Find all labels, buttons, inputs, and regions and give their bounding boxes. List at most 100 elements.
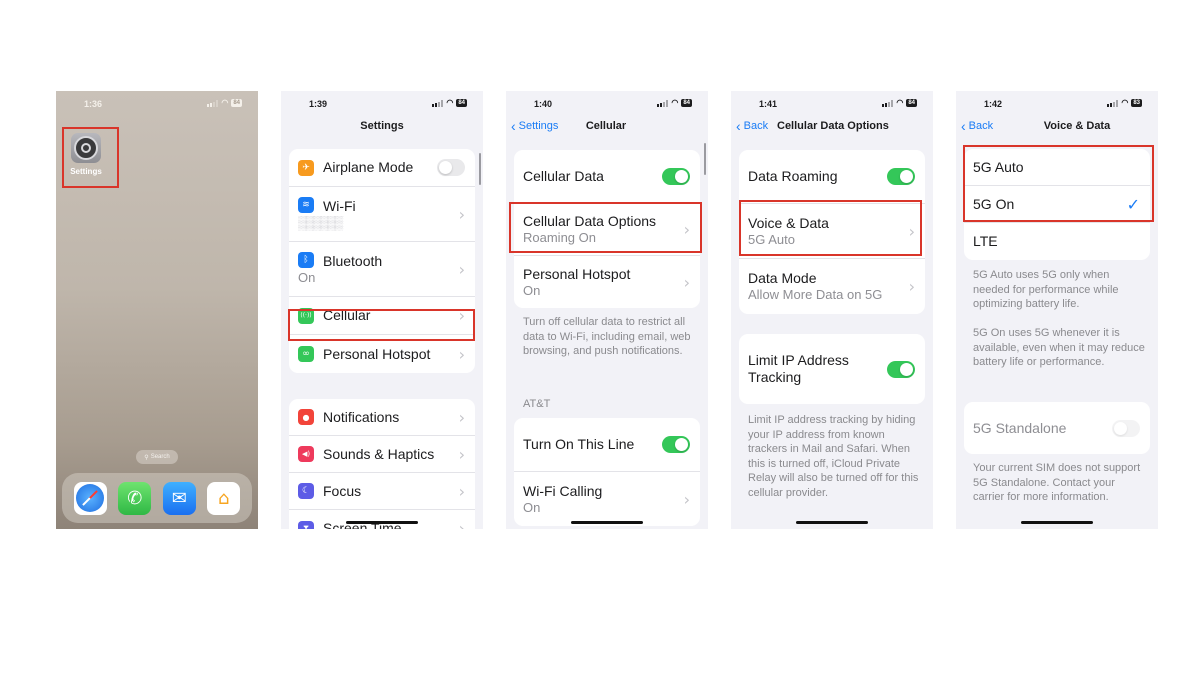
status-bar: 1:36 ◠ 84 — [56, 97, 258, 111]
limit-ip-footnote: Limit IP address tracking by hiding your… — [748, 414, 919, 499]
row-label: Limit IP Address Tracking — [748, 352, 849, 385]
row-data-roaming[interactable]: Data Roaming — [739, 150, 925, 204]
data-options-group-main: Data Roaming Voice & Data 5G Auto › Data… — [739, 150, 925, 314]
row-label: 5G Standalone — [973, 419, 1067, 436]
focus-icon: ☾ — [298, 483, 314, 499]
turn-on-line-toggle[interactable] — [662, 436, 690, 453]
option-label: 5G On — [973, 195, 1015, 212]
scrollbar[interactable] — [704, 143, 706, 175]
chevron-right-icon: › — [458, 344, 465, 364]
home-indicator[interactable] — [796, 521, 868, 524]
status-bar: 1:41 ◠ 84 — [731, 97, 933, 111]
row-label: Wi-Fi — [323, 197, 356, 214]
screen-time-icon: ⧗ — [298, 520, 314, 529]
sounds-icon: ◀) — [298, 446, 314, 462]
limit-ip-tracking-toggle[interactable] — [887, 360, 915, 378]
cellular-icon: ((·)) — [298, 307, 314, 324]
settings-row-sounds-haptics[interactable]: ◀) Sounds & Haptics › — [289, 436, 475, 473]
home-indicator[interactable] — [346, 521, 418, 524]
chevron-left-icon: ‹ — [736, 117, 741, 134]
scrollbar[interactable] — [479, 153, 481, 185]
status-time: 1:36 — [84, 99, 103, 109]
status-bar: 1:40 ◠ 84 — [506, 97, 708, 111]
5g-standalone-toggle[interactable] — [1112, 419, 1140, 437]
wifi-status-icon: ◠ — [671, 98, 679, 107]
chevron-right-icon: › — [458, 407, 465, 427]
page-title: Cellular Data Options — [777, 120, 889, 132]
settings-row-airplane-mode[interactable]: ✈ Airplane Mode — [289, 149, 475, 187]
battery-icon: 84 — [681, 99, 692, 107]
row-data-mode[interactable]: Data Mode Allow More Data on 5G › — [739, 259, 925, 314]
back-button[interactable]: ‹ Back — [736, 117, 768, 134]
settings-row-screen-time[interactable]: ⧗ Screen Time › — [289, 510, 475, 529]
row-turn-on-this-line[interactable]: Turn On This Line — [514, 418, 700, 472]
mail-icon[interactable]: ✉ — [162, 481, 196, 515]
safari-icon[interactable] — [73, 481, 107, 515]
settings-row-focus[interactable]: ☾ Focus › — [289, 473, 475, 510]
row-sublabel: Allow More Data on 5G — [748, 287, 883, 302]
page-title: Settings — [360, 120, 404, 132]
data-roaming-toggle[interactable] — [887, 168, 915, 185]
option-5g-on[interactable]: 5G On ✓ — [964, 186, 1150, 223]
network-mode-options: 5G Auto 5G On ✓ LTE — [964, 149, 1150, 260]
row-cellular-data-options[interactable]: Cellular Data Options Roaming On › — [514, 204, 700, 256]
battery-icon: 84 — [231, 99, 242, 107]
status-bar: 1:39 ◠ 84 — [281, 97, 483, 111]
search-label: Search — [150, 454, 170, 460]
battery-icon: 84 — [906, 99, 917, 107]
spotlight-search-button[interactable]: ⚲ Search — [136, 450, 178, 464]
wifi-status-icon: ◠ — [896, 98, 904, 107]
settings-row-notifications[interactable]: ● Notifications › — [289, 399, 475, 436]
chevron-right-icon: › — [683, 489, 690, 509]
airplane-mode-toggle[interactable] — [437, 159, 465, 176]
row-wifi-calling[interactable]: Wi-Fi Calling On › — [514, 472, 700, 526]
row-voice-and-data[interactable]: Voice & Data 5G Auto › — [739, 204, 925, 259]
notifications-icon: ● — [298, 409, 314, 425]
page-title: Cellular — [585, 120, 627, 132]
phone-icon[interactable]: ✆ — [118, 481, 152, 515]
signal-icon — [207, 99, 219, 107]
row-label: Notifications — [323, 408, 400, 425]
dock: ✆ ✉ ⌂ — [62, 473, 252, 523]
chevron-right-icon: › — [683, 220, 690, 239]
row-cellular-data[interactable]: Cellular Data — [514, 150, 700, 204]
battery-icon: 83 — [1131, 99, 1142, 107]
back-button[interactable]: ‹ Back — [961, 119, 993, 133]
status-time: 1:42 — [984, 99, 1003, 109]
chevron-right-icon: › — [458, 519, 465, 529]
row-sublabel: On — [523, 499, 541, 515]
airplane-icon: ✈ — [298, 159, 314, 176]
home-indicator[interactable] — [1021, 521, 1093, 524]
search-icon: ⚲ — [144, 454, 149, 461]
row-5g-standalone: 5G Standalone — [964, 402, 1150, 454]
signal-icon — [1107, 99, 1119, 107]
cellular-data-toggle[interactable] — [662, 168, 690, 185]
row-label: Data Roaming — [748, 168, 838, 184]
cellular-group-main: Cellular Data Cellular Data Options Roam… — [514, 150, 700, 308]
settings-row-cellular[interactable]: ((·)) Cellular › — [289, 297, 475, 335]
cellular-data-footnote: Turn off cellular data to restrict all d… — [523, 316, 691, 357]
option-lte[interactable]: LTE — [964, 223, 1150, 260]
home-screen-panel: 1:36 ◠ 84 Settings ⚲ Search ✆ ✉ ⌂ — [56, 91, 258, 529]
row-sublabel: On — [523, 282, 541, 298]
settings-row-bluetooth[interactable]: ᛒ Bluetooth On › — [289, 242, 475, 297]
settings-app-icon[interactable]: Settings — [68, 133, 104, 176]
row-label: Personal Hotspot — [323, 345, 431, 362]
row-personal-hotspot[interactable]: Personal Hotspot On › — [514, 256, 700, 308]
row-limit-ip-tracking[interactable]: Limit IP Address Tracking — [739, 334, 925, 404]
signal-icon — [882, 99, 894, 107]
settings-group-notifications: ● Notifications › ◀) Sounds & Haptics › … — [289, 399, 475, 529]
chevron-right-icon: › — [458, 204, 465, 224]
back-button[interactable]: ‹ Settings — [511, 119, 558, 133]
status-time: 1:40 — [534, 99, 553, 109]
settings-row-wifi[interactable]: ≋ Wi-Fi ▒▒▒▒▒▒ › — [289, 187, 475, 242]
settings-row-personal-hotspot[interactable]: ∞ Personal Hotspot › — [289, 335, 475, 373]
section-header-carrier: AT&T — [523, 398, 551, 410]
chevron-right-icon: › — [908, 277, 915, 296]
home-indicator[interactable] — [571, 521, 643, 524]
settings-panel: 1:39 ◠ 84 Settings ✈ Airplane Mode ≋ Wi-… — [281, 91, 483, 529]
home-app-icon[interactable]: ⌂ — [207, 481, 241, 515]
cellular-group-carrier: Turn On This Line Wi-Fi Calling On › — [514, 418, 700, 526]
option-label: 5G Auto — [973, 158, 1024, 175]
option-5g-auto[interactable]: 5G Auto — [964, 149, 1150, 186]
